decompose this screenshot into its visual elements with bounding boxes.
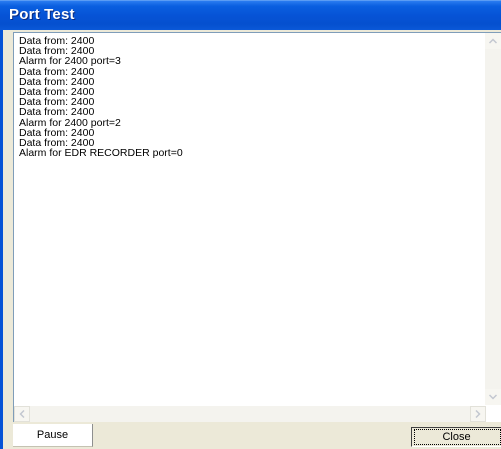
- chevron-left-icon: [19, 410, 25, 418]
- window-frame-left: [0, 30, 3, 449]
- horizontal-scrollbar[interactable]: [14, 406, 486, 422]
- scroll-left-button[interactable]: [14, 406, 30, 422]
- focus-rectangle: [414, 429, 501, 445]
- chevron-up-icon: [489, 38, 497, 44]
- port-test-window: Port Test Data from: 2400 Data from: 240…: [0, 0, 501, 449]
- scroll-down-button[interactable]: [485, 389, 501, 405]
- log-lines: Data from: 2400 Data from: 2400 Alarm fo…: [19, 36, 183, 159]
- scroll-right-button[interactable]: [470, 406, 486, 422]
- button-bar: Pause Close: [13, 422, 501, 449]
- window-title: Port Test: [9, 6, 75, 23]
- title-bar[interactable]: Port Test: [0, 0, 501, 30]
- close-button[interactable]: Close: [411, 427, 501, 447]
- log-listbox[interactable]: Data from: 2400 Data from: 2400 Alarm fo…: [13, 32, 501, 422]
- scroll-up-button[interactable]: [485, 33, 501, 49]
- pause-button[interactable]: Pause: [13, 424, 93, 447]
- chevron-down-icon: [489, 394, 497, 400]
- vertical-scrollbar[interactable]: [485, 33, 501, 405]
- log-line[interactable]: Alarm for EDR RECORDER port=0: [19, 148, 183, 159]
- chevron-right-icon: [475, 410, 481, 418]
